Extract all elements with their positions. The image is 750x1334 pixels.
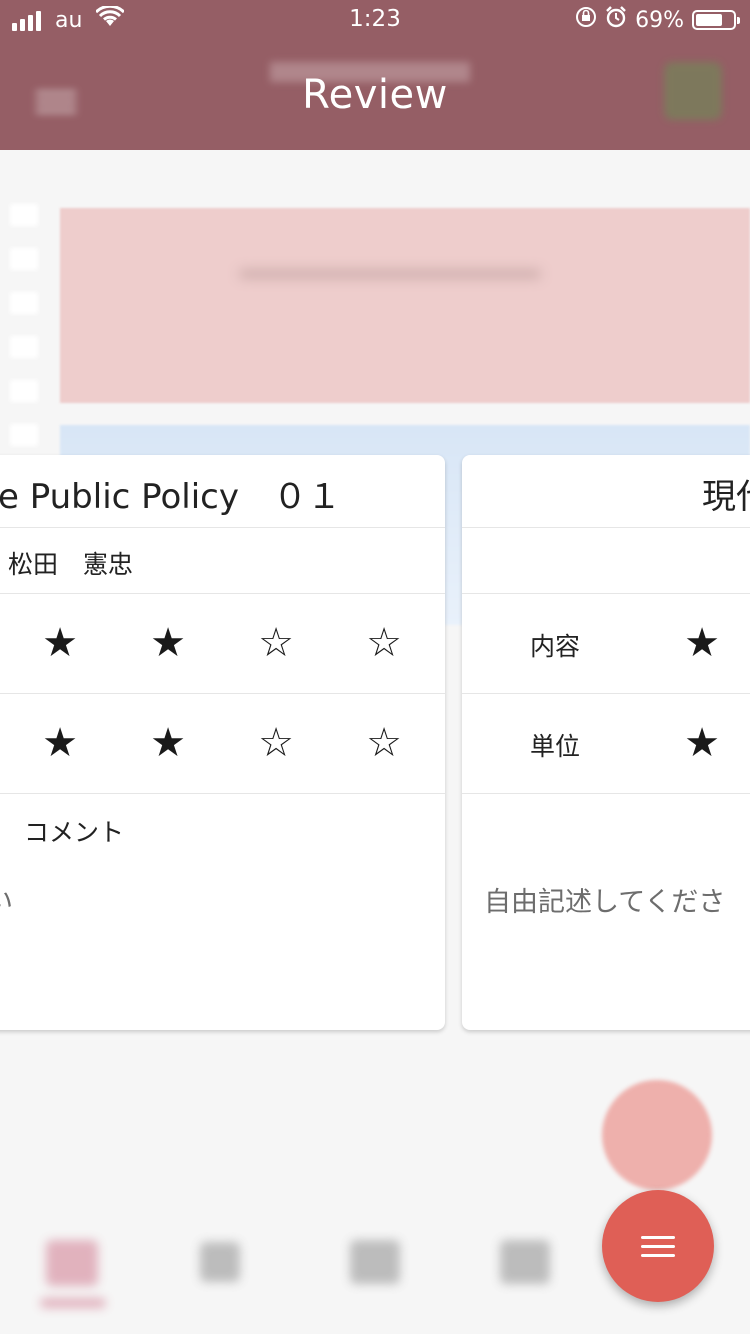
side-stubs [10, 190, 50, 468]
rating-stars[interactable]: ★ [648, 723, 750, 763]
comment-label: コメント [24, 818, 125, 847]
nav-calendar-icon[interactable] [500, 1240, 550, 1284]
star-filled-icon[interactable]: ★ [648, 623, 750, 663]
instructor-name: 松田 憲忠 [8, 550, 134, 579]
rating-label-credit: 単位 [530, 732, 581, 761]
review-card: 現代 内容 ★ 単位 ★ 自由記述してくださ [462, 455, 750, 1030]
course-title: 現代 [702, 477, 750, 517]
star-filled-icon[interactable]: ★ [114, 623, 222, 663]
review-card: e Public Policy ０１ 松田 憲忠 ★ ★ ☆ ☆ ★ ★ ☆ ☆… [0, 455, 445, 1030]
battery-icon [692, 10, 740, 30]
star-filled-icon[interactable]: ★ [648, 723, 750, 763]
star-outline-icon[interactable]: ☆ [330, 623, 438, 663]
status-bar: au 1:23 69% [0, 0, 750, 40]
menu-icon [641, 1230, 675, 1263]
nav-home-label [40, 1298, 106, 1308]
battery-percent: 69% [635, 7, 684, 33]
page-title: Review [302, 72, 448, 118]
star-outline-icon[interactable]: ☆ [222, 623, 330, 663]
star-outline-icon[interactable]: ☆ [222, 723, 330, 763]
comment-input[interactable]: い [0, 880, 13, 919]
star-filled-icon[interactable]: ★ [114, 723, 222, 763]
menu-fab-button[interactable] [602, 1190, 714, 1302]
rating-stars[interactable]: ★ ★ ☆ ☆ [6, 623, 438, 663]
star-filled-icon[interactable]: ★ [6, 723, 114, 763]
star-outline-icon[interactable]: ☆ [330, 723, 438, 763]
alarm-icon [605, 6, 627, 34]
comment-input[interactable]: 自由記述してくださ [484, 880, 725, 919]
rating-stars[interactable]: ★ ★ ☆ ☆ [6, 723, 438, 763]
nav-edit-icon[interactable] [200, 1242, 240, 1282]
nav-list-icon[interactable] [350, 1240, 400, 1284]
star-filled-icon[interactable]: ★ [6, 623, 114, 663]
secondary-fab [602, 1080, 712, 1190]
app-header: au 1:23 69% Review [0, 0, 750, 150]
nav-home-icon[interactable] [46, 1240, 98, 1286]
course-title: e Public Policy ０１ [0, 477, 341, 517]
rating-label-content: 内容 [530, 632, 581, 661]
orientation-lock-icon [575, 6, 597, 34]
background-banner [60, 208, 750, 403]
rating-stars[interactable]: ★ [648, 623, 750, 663]
